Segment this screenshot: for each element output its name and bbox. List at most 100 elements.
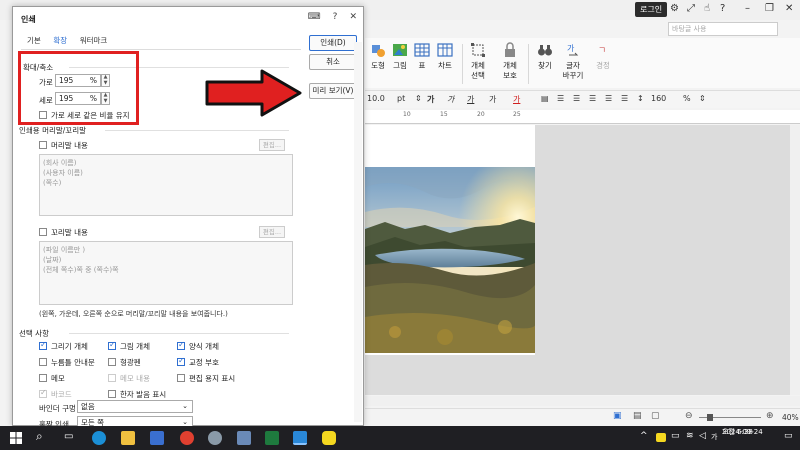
strike-icon[interactable]: 가 (489, 94, 496, 105)
notepad-icon[interactable] (237, 431, 251, 445)
keyboard-icon[interactable]: ⌨ (308, 12, 321, 22)
hanja-pronunciation-checkbox[interactable] (108, 390, 116, 398)
proof-mark-checkbox[interactable] (177, 356, 185, 366)
align-left-icon[interactable]: ☰ (557, 94, 564, 103)
italic-icon[interactable]: 가 (447, 94, 454, 105)
dialog-tabs: 기본 확장 워터마크 (27, 35, 117, 49)
line-spacing-value[interactable]: 160 (651, 94, 666, 103)
help-icon[interactable]: ? (720, 3, 725, 14)
page-border-checkbox[interactable] (177, 374, 185, 382)
dialog-scrollbar[interactable] (354, 42, 362, 422)
option-label: 그리기 개체 (51, 342, 88, 351)
font-color-icon[interactable]: 가 (513, 94, 520, 105)
ribbon-label: 개체 선택 (471, 61, 485, 80)
section-divider (105, 130, 289, 131)
tab-extended[interactable]: 확장 (53, 35, 67, 46)
memo-content-checkbox[interactable] (108, 374, 116, 382)
dialog-title: 인쇄 (21, 15, 36, 24)
hwp-icon[interactable] (293, 431, 307, 445)
preview-button[interactable]: 미리 보기(V) (309, 83, 357, 99)
header-content-box[interactable]: (회사 이름) (사용자 이름) (쪽수) (39, 154, 293, 216)
zoom-out-icon[interactable]: ⊖ (685, 411, 693, 421)
search-icon[interactable]: ⌕ (36, 429, 43, 444)
excel-icon[interactable] (265, 431, 279, 445)
store-icon[interactable] (150, 431, 164, 445)
line-spacing-unit[interactable]: % (683, 94, 691, 103)
tray-chevron-icon[interactable]: ^ (640, 431, 648, 441)
align-center-icon[interactable]: ☰ (573, 94, 580, 103)
ribbon-find-button[interactable]: 찾기 (532, 42, 558, 71)
page-view-icon[interactable]: ▣ (613, 411, 622, 421)
settings-icon[interactable]: ⚙ (670, 3, 679, 14)
form-object-checkbox[interactable] (177, 340, 185, 350)
header-checkbox[interactable] (39, 141, 47, 149)
font-size-value[interactable]: 10.0 (367, 94, 385, 103)
line-spacing-icon[interactable]: ↕ (637, 94, 644, 103)
align-right-icon[interactable]: ☰ (589, 94, 596, 103)
landscape-photo[interactable] (365, 167, 535, 353)
align-distribute-icon[interactable]: ☰ (605, 94, 612, 103)
kakaotalk-tray-icon[interactable] (656, 433, 666, 442)
speaker-icon[interactable]: ◁ (699, 431, 706, 441)
font-size-unit[interactable]: pt (397, 94, 405, 103)
login-button[interactable]: 로그인 (635, 2, 668, 17)
close-window-icon[interactable]: ✕ (785, 3, 793, 14)
ribbon-label: 찾기 (538, 61, 552, 70)
close-icon[interactable]: ✕ (349, 12, 357, 22)
print-button[interactable]: 인쇄(D) (309, 35, 357, 51)
memo-checkbox[interactable] (39, 374, 47, 382)
stepper-icon[interactable]: ⇕ (415, 94, 422, 103)
zoom-level[interactable]: 40% (782, 413, 799, 422)
tab-basic[interactable]: 기본 (27, 35, 41, 46)
binder-label: 바인더 구멍 (39, 404, 76, 413)
ribbon-chart-button[interactable]: 차트 (432, 42, 458, 71)
header-edit-button[interactable]: 편집... (259, 139, 285, 151)
tab-watermark[interactable]: 워터마크 (80, 35, 108, 46)
fit-view-icon[interactable]: ▢ (651, 411, 660, 421)
align-justify-icon[interactable]: ▤ (541, 94, 549, 103)
kakaotalk-icon[interactable] (322, 431, 336, 445)
restore-icon[interactable]: ❐ (765, 3, 774, 14)
highlighter-checkbox[interactable] (108, 358, 116, 366)
footer-checkbox[interactable] (39, 228, 47, 236)
help-icon[interactable]: ? (333, 12, 338, 22)
field-guide-checkbox[interactable] (39, 358, 47, 366)
file-explorer-icon[interactable] (121, 431, 135, 445)
ribbon-select-object-button[interactable]: 개체 선택 (465, 42, 491, 81)
footer-edit-button[interactable]: 편집... (259, 226, 285, 238)
ribbon-replace-button[interactable]: 가 글자 바꾸기 (560, 42, 586, 81)
wifi-icon[interactable]: ≋ (686, 431, 694, 441)
task-view-icon[interactable]: ▭ (64, 431, 73, 442)
draw-object-checkbox[interactable] (39, 340, 47, 350)
underline-icon[interactable]: 가 (467, 94, 474, 105)
bold-icon[interactable]: 가 (427, 94, 434, 105)
ribbon-proofread-button[interactable]: ㄱ 경정 (590, 42, 616, 71)
zoom-in-icon[interactable]: ⊕ (766, 411, 774, 421)
picture-object-checkbox[interactable] (108, 340, 116, 350)
binder-select[interactable]: 없음 ⌄ (77, 400, 193, 413)
hand-icon[interactable]: ☝ (704, 3, 710, 14)
battery-icon[interactable]: ▭ (671, 431, 680, 441)
expand-icon[interactable]: ⤢ (687, 3, 695, 14)
app-icon[interactable] (208, 431, 222, 445)
edge-icon[interactable] (92, 431, 106, 445)
two-page-view-icon[interactable]: ▤ (633, 411, 642, 421)
document-page[interactable] (365, 125, 535, 355)
header-footer-section-title: 인쇄용 머리말/꼬리말 (19, 126, 87, 135)
chrome-icon[interactable] (180, 431, 194, 445)
ime-indicator[interactable]: 가 (711, 433, 717, 442)
align-divide-icon[interactable]: ☰ (621, 94, 628, 103)
barcode-checkbox[interactable] (39, 388, 47, 398)
document-area[interactable] (365, 125, 790, 395)
ribbon-protect-object-button[interactable]: 개체 보호 (497, 42, 523, 81)
style-select[interactable]: 바탕글 사용 (668, 22, 778, 36)
notification-icon[interactable]: ▭ (784, 431, 793, 441)
minimize-icon[interactable]: – (745, 3, 750, 14)
horizontal-scrollbar[interactable] (365, 396, 800, 406)
stepper-icon[interactable]: ⇕ (699, 94, 706, 103)
windows-start-icon[interactable] (10, 432, 22, 444)
vertical-scrollbar[interactable] (790, 125, 800, 395)
zoom-slider-handle[interactable] (707, 414, 713, 421)
cancel-button[interactable]: 취소 (309, 54, 357, 70)
footer-content-box[interactable]: (파일 이름만 ) (날짜) (전체 쪽수)쪽 중 (쪽수)쪽 (39, 241, 293, 305)
